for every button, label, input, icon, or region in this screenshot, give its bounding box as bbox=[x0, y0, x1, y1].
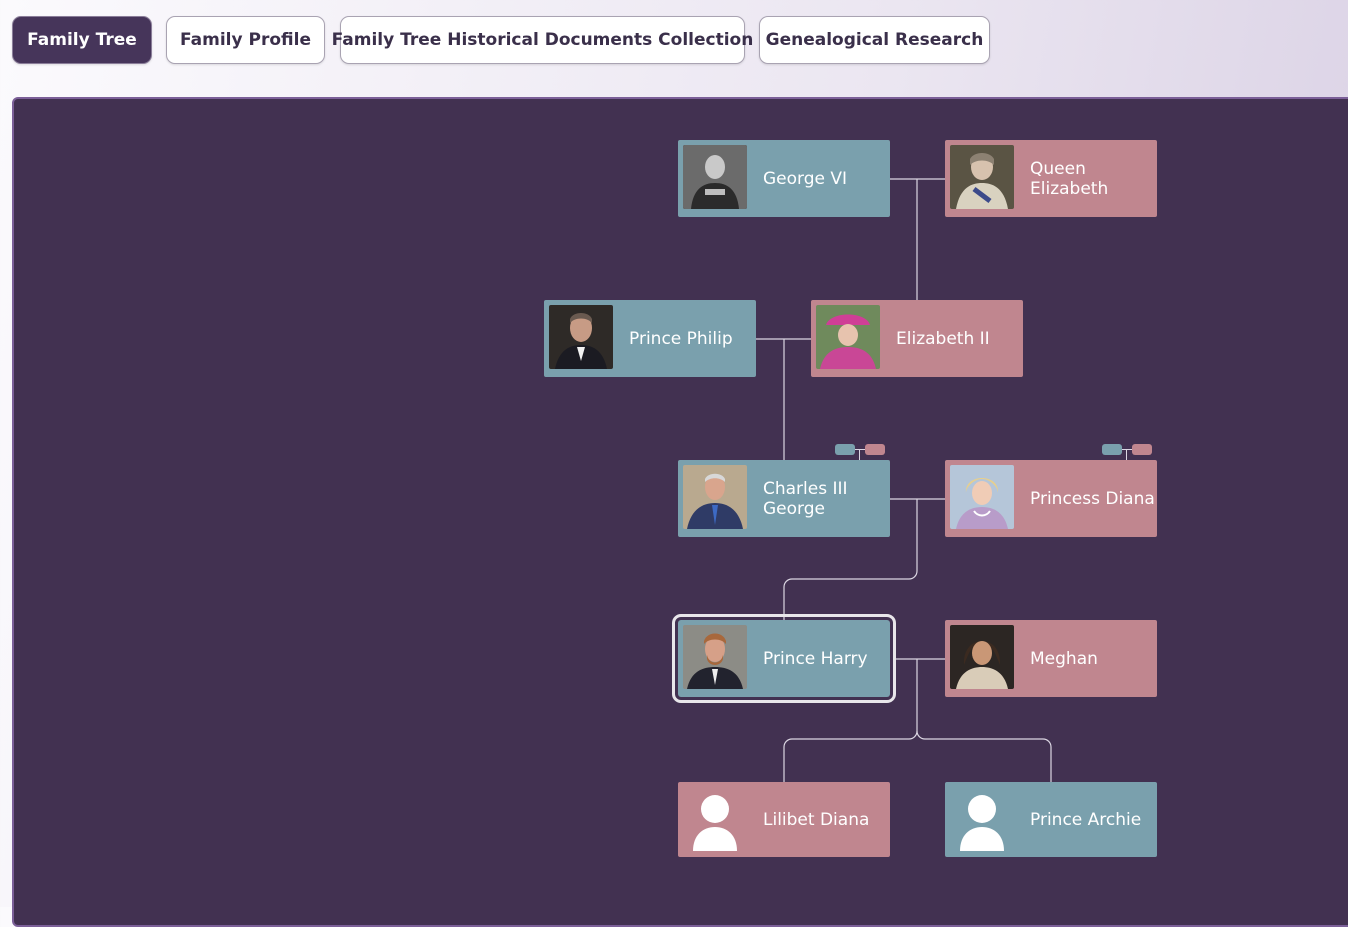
avatar-placeholder-icon bbox=[683, 787, 747, 851]
avatar-placeholder-icon bbox=[950, 787, 1014, 851]
tab-historical-documents[interactable]: Family Tree Historical Documents Collect… bbox=[332, 16, 753, 64]
person-card-prince-archie[interactable]: Prince Archie bbox=[945, 782, 1157, 857]
person-name: Lilibet Diana bbox=[763, 809, 870, 830]
child-link bbox=[916, 730, 1052, 782]
person-card-prince-philip[interactable]: Prince Philip bbox=[544, 300, 756, 377]
person-card-queen-elizabeth[interactable]: Queen Elizabeth bbox=[945, 140, 1157, 217]
person-name: Meghan bbox=[1030, 648, 1098, 669]
person-card-elizabeth-ii[interactable]: Elizabeth II bbox=[811, 300, 1023, 377]
portrait-photo bbox=[950, 465, 1014, 529]
person-name: Princess Diana bbox=[1030, 488, 1155, 509]
portrait-photo bbox=[950, 625, 1014, 689]
person-card-princess-diana[interactable]: Princess Diana bbox=[945, 460, 1157, 537]
person-card-lilibet-diana[interactable]: Lilibet Diana bbox=[678, 782, 890, 857]
person-card-charles-iii[interactable]: Charles III George bbox=[678, 460, 890, 537]
portrait-photo bbox=[683, 465, 747, 529]
portrait-photo bbox=[683, 625, 747, 689]
person-card-meghan[interactable]: Meghan bbox=[945, 620, 1157, 697]
portrait-photo bbox=[683, 145, 747, 209]
person-card-prince-harry[interactable]: Prince Harry bbox=[672, 614, 896, 703]
person-name: Charles III George bbox=[763, 478, 848, 519]
tab-family-tree[interactable]: Family Tree bbox=[12, 16, 152, 64]
portrait-photo bbox=[950, 145, 1014, 209]
person-card-george-vi[interactable]: George VI bbox=[678, 140, 890, 217]
tab-family-profile[interactable]: Family Profile bbox=[166, 16, 325, 64]
person-name: Elizabeth II bbox=[896, 328, 990, 349]
person-name: Prince Harry bbox=[763, 648, 868, 669]
person-name: Prince Archie bbox=[1030, 809, 1142, 830]
family-tree-canvas[interactable]: George VI Queen Elizabeth Prince Philip … bbox=[12, 97, 1348, 927]
person-name: Prince Philip bbox=[629, 328, 733, 349]
portrait-photo bbox=[816, 305, 880, 369]
person-name: George VI bbox=[763, 168, 848, 189]
tab-genealogical-research[interactable]: Genealogical Research bbox=[759, 16, 990, 64]
person-name: Queen Elizabeth bbox=[1030, 158, 1109, 199]
portrait-photo bbox=[549, 305, 613, 369]
